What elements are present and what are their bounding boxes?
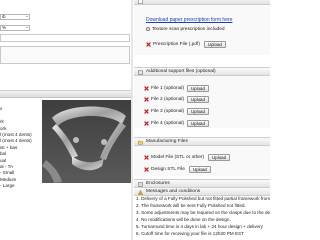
error-x-icon (144, 120, 149, 126)
messages-title: Messages and conditions (146, 189, 201, 194)
manufacturing-header: Manufacturing Files (134, 137, 270, 146)
left-scrollbar[interactable] (131, 0, 133, 240)
prescription-file-label: Prescription File (.pdf) (153, 41, 200, 47)
list-item[interactable]: - Large (0, 183, 40, 189)
manufacturing-title: Manufacturing Files (146, 139, 188, 144)
model-file-label: Model File (STL or other) (151, 154, 205, 160)
condition-item: 5. Turnaround time is 4 days in lab + 24… (136, 224, 263, 229)
document-icon (138, 0, 143, 4)
error-x-icon (144, 154, 149, 160)
error-x-icon (144, 85, 149, 91)
upload-file-2-button[interactable]: Upload (187, 95, 209, 103)
error-x-icon (146, 41, 151, 47)
enclosure-icon (138, 181, 143, 187)
support-files-header: Additional support files (optional) (134, 67, 270, 76)
partial-framework-photo (42, 100, 133, 183)
upload-file-1-button[interactable]: Upload (187, 84, 209, 92)
upload-design-button[interactable]: Upload (188, 165, 211, 173)
select-field-percent[interactable]: % (0, 25, 30, 31)
file-3-label: File 3 (optional) (151, 108, 185, 114)
file-1-label: File 1 (optional) (151, 85, 185, 91)
upload-file-3-button[interactable]: Upload (187, 107, 209, 115)
texture-scan-label: Texture scan prescription included (152, 26, 225, 32)
enclosures-title: Enclosures (146, 181, 170, 186)
text-field[interactable] (0, 34, 130, 42)
error-x-icon (144, 166, 149, 172)
design-file-label: Design STL File (151, 166, 185, 172)
support-files-title: Additional support files (optional) (146, 69, 216, 74)
framework-image (42, 100, 133, 183)
file-4-label: File 4 (optional) (151, 120, 185, 126)
upload-file-4-button[interactable]: Upload (187, 119, 209, 127)
texture-scan-radio[interactable] (146, 27, 150, 31)
condition-item: 6. Cutoff time for receiving your file i… (136, 231, 244, 236)
upload-prescription-button[interactable]: Upload (203, 40, 226, 48)
download-prescription-link[interactable]: Download paper prescription form here (146, 17, 232, 23)
error-x-icon (144, 96, 149, 102)
section-divider-bar (0, 90, 133, 98)
condition-item: 1. Delivery of a Fully Polished but not … (136, 196, 270, 201)
error-x-icon (144, 108, 149, 114)
notes-textarea[interactable] (0, 46, 130, 64)
condition-item: 4. No modifications will be done on the … (136, 217, 231, 222)
option-list: x rk ork l (most 4 dents) l (most 4 dent… (0, 100, 40, 189)
folder-icon (138, 140, 143, 144)
select-field[interactable]: ib (0, 14, 30, 20)
manufacturing-panel: Model File (STL or other) Upload Design … (134, 146, 270, 176)
attachment-icon (138, 70, 143, 74)
prescription-panel: Download paper prescription form here Te… (134, 5, 270, 55)
warning-icon (138, 189, 143, 195)
upload-model-button[interactable]: Upload (208, 153, 231, 161)
conditions-list: 1. Delivery of a Fully Polished but not … (134, 195, 270, 237)
condition-item: 3. Some adjustments may be required on t… (136, 210, 270, 215)
left-panel: ib % x rk ork l (most 4 dents) l (most 4… (0, 0, 133, 240)
file-2-label: File 2 (optional) (151, 96, 185, 102)
support-files-panel: File 1 (optional) Upload File 2 (optiona… (134, 76, 270, 128)
condition-item: 2. The framework will be sent Fully Poli… (136, 203, 246, 208)
